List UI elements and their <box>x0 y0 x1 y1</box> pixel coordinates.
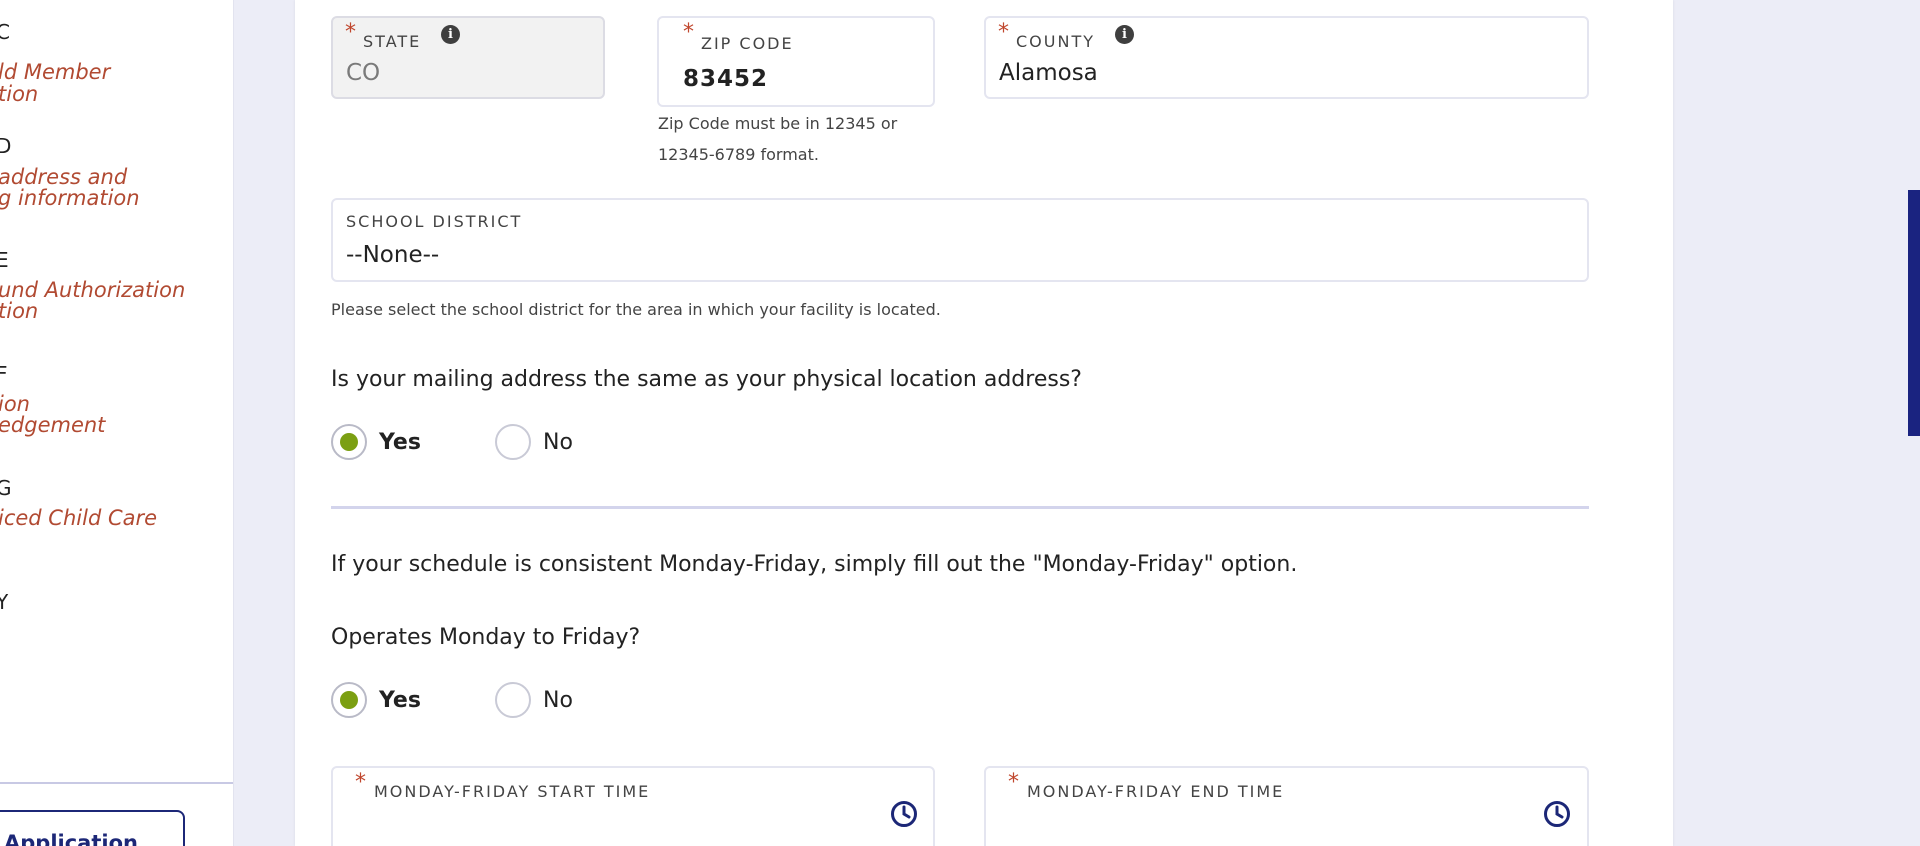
end-time-label: MONDAY-FRIDAY END TIME <box>1027 782 1285 801</box>
zip-code-label: ZIP CODE <box>701 34 794 53</box>
radio-button[interactable] <box>495 424 531 460</box>
mailing-no-radio[interactable]: No <box>495 424 605 460</box>
radio-label: No <box>543 430 573 455</box>
step-title-line: ld Member <box>0 60 111 84</box>
form-card: * STATE i CO * ZIP CODE 83452 Zip Code m… <box>295 0 1673 846</box>
radio-label: Yes <box>379 688 421 713</box>
county-label: COUNTY <box>1016 32 1095 51</box>
state-value: CO <box>346 60 381 86</box>
radio-label: No <box>543 688 573 713</box>
operates-yes-radio[interactable]: Yes <box>331 682 441 718</box>
clock-icon[interactable] <box>890 800 918 828</box>
required-asterisk: * <box>345 20 356 45</box>
clock-icon[interactable] <box>1543 800 1571 828</box>
step-title-line: tion <box>0 82 39 106</box>
step-letter: D <box>0 136 11 156</box>
step-title-line: und Authorization <box>0 278 186 302</box>
school-district-label: SCHOOL DISTRICT <box>346 212 523 231</box>
required-asterisk: * <box>683 20 694 45</box>
step-letter: F <box>0 364 8 384</box>
county-value: Alamosa <box>999 60 1098 86</box>
step-title-line: tion <box>0 299 39 323</box>
step-title-line: address and <box>0 165 128 189</box>
step-letter: C <box>0 22 10 42</box>
zip-code-field[interactable]: * ZIP CODE 83452 <box>657 16 935 107</box>
radio-label: Yes <box>379 430 421 455</box>
school-district-select[interactable]: SCHOOL DISTRICT --None-- <box>331 198 1589 282</box>
step-letter: Y <box>0 592 8 612</box>
county-field[interactable]: * COUNTY i Alamosa <box>984 16 1589 99</box>
step-sidebar: C ld Member tion D address and g informa… <box>0 0 234 846</box>
end-time-field[interactable]: * MONDAY-FRIDAY END TIME <box>984 766 1589 846</box>
step-title-line: iced Child Care <box>0 506 158 530</box>
required-asterisk: * <box>355 770 366 795</box>
mailing-address-question: Is your mailing address the same as your… <box>331 367 1082 392</box>
required-asterisk: * <box>1008 770 1019 795</box>
step-letter: E <box>0 250 9 270</box>
school-district-help: Please select the school district for th… <box>331 300 941 319</box>
schedule-note: If your schedule is consistent Monday-Fr… <box>331 552 1298 577</box>
state-label: STATE <box>363 32 422 51</box>
info-icon[interactable]: i <box>441 25 460 44</box>
radio-selected-dot <box>340 691 358 709</box>
operates-question: Operates Monday to Friday? <box>331 625 641 650</box>
required-asterisk: * <box>998 20 1009 45</box>
step-title-line: edgement <box>0 413 106 437</box>
zip-code-value: 83452 <box>683 66 769 92</box>
zip-code-help: Zip Code must be in 12345 or 12345-6789 … <box>658 108 938 170</box>
school-district-value: --None-- <box>346 242 440 268</box>
zip-code-help-line: 12345-6789 format. <box>658 145 819 164</box>
section-divider <box>331 506 1589 509</box>
start-time-field[interactable]: * MONDAY-FRIDAY START TIME <box>331 766 935 846</box>
step-title-line: g information <box>0 186 140 210</box>
scrollbar-thumb[interactable] <box>1908 190 1920 436</box>
start-time-label: MONDAY-FRIDAY START TIME <box>374 782 651 801</box>
radio-button[interactable] <box>331 682 367 718</box>
step-letter: G <box>0 478 12 498</box>
sidebar-divider <box>0 782 233 784</box>
zip-code-help-line: Zip Code must be in 12345 or <box>658 114 898 133</box>
state-field: * STATE i CO <box>331 16 605 99</box>
mailing-yes-radio[interactable]: Yes <box>331 424 441 460</box>
operates-no-radio[interactable]: No <box>495 682 605 718</box>
application-button[interactable]: Application <box>0 810 185 846</box>
radio-button[interactable] <box>495 682 531 718</box>
step-title-line: ion <box>0 392 30 416</box>
radio-selected-dot <box>340 433 358 451</box>
radio-button[interactable] <box>331 424 367 460</box>
info-icon[interactable]: i <box>1115 25 1134 44</box>
